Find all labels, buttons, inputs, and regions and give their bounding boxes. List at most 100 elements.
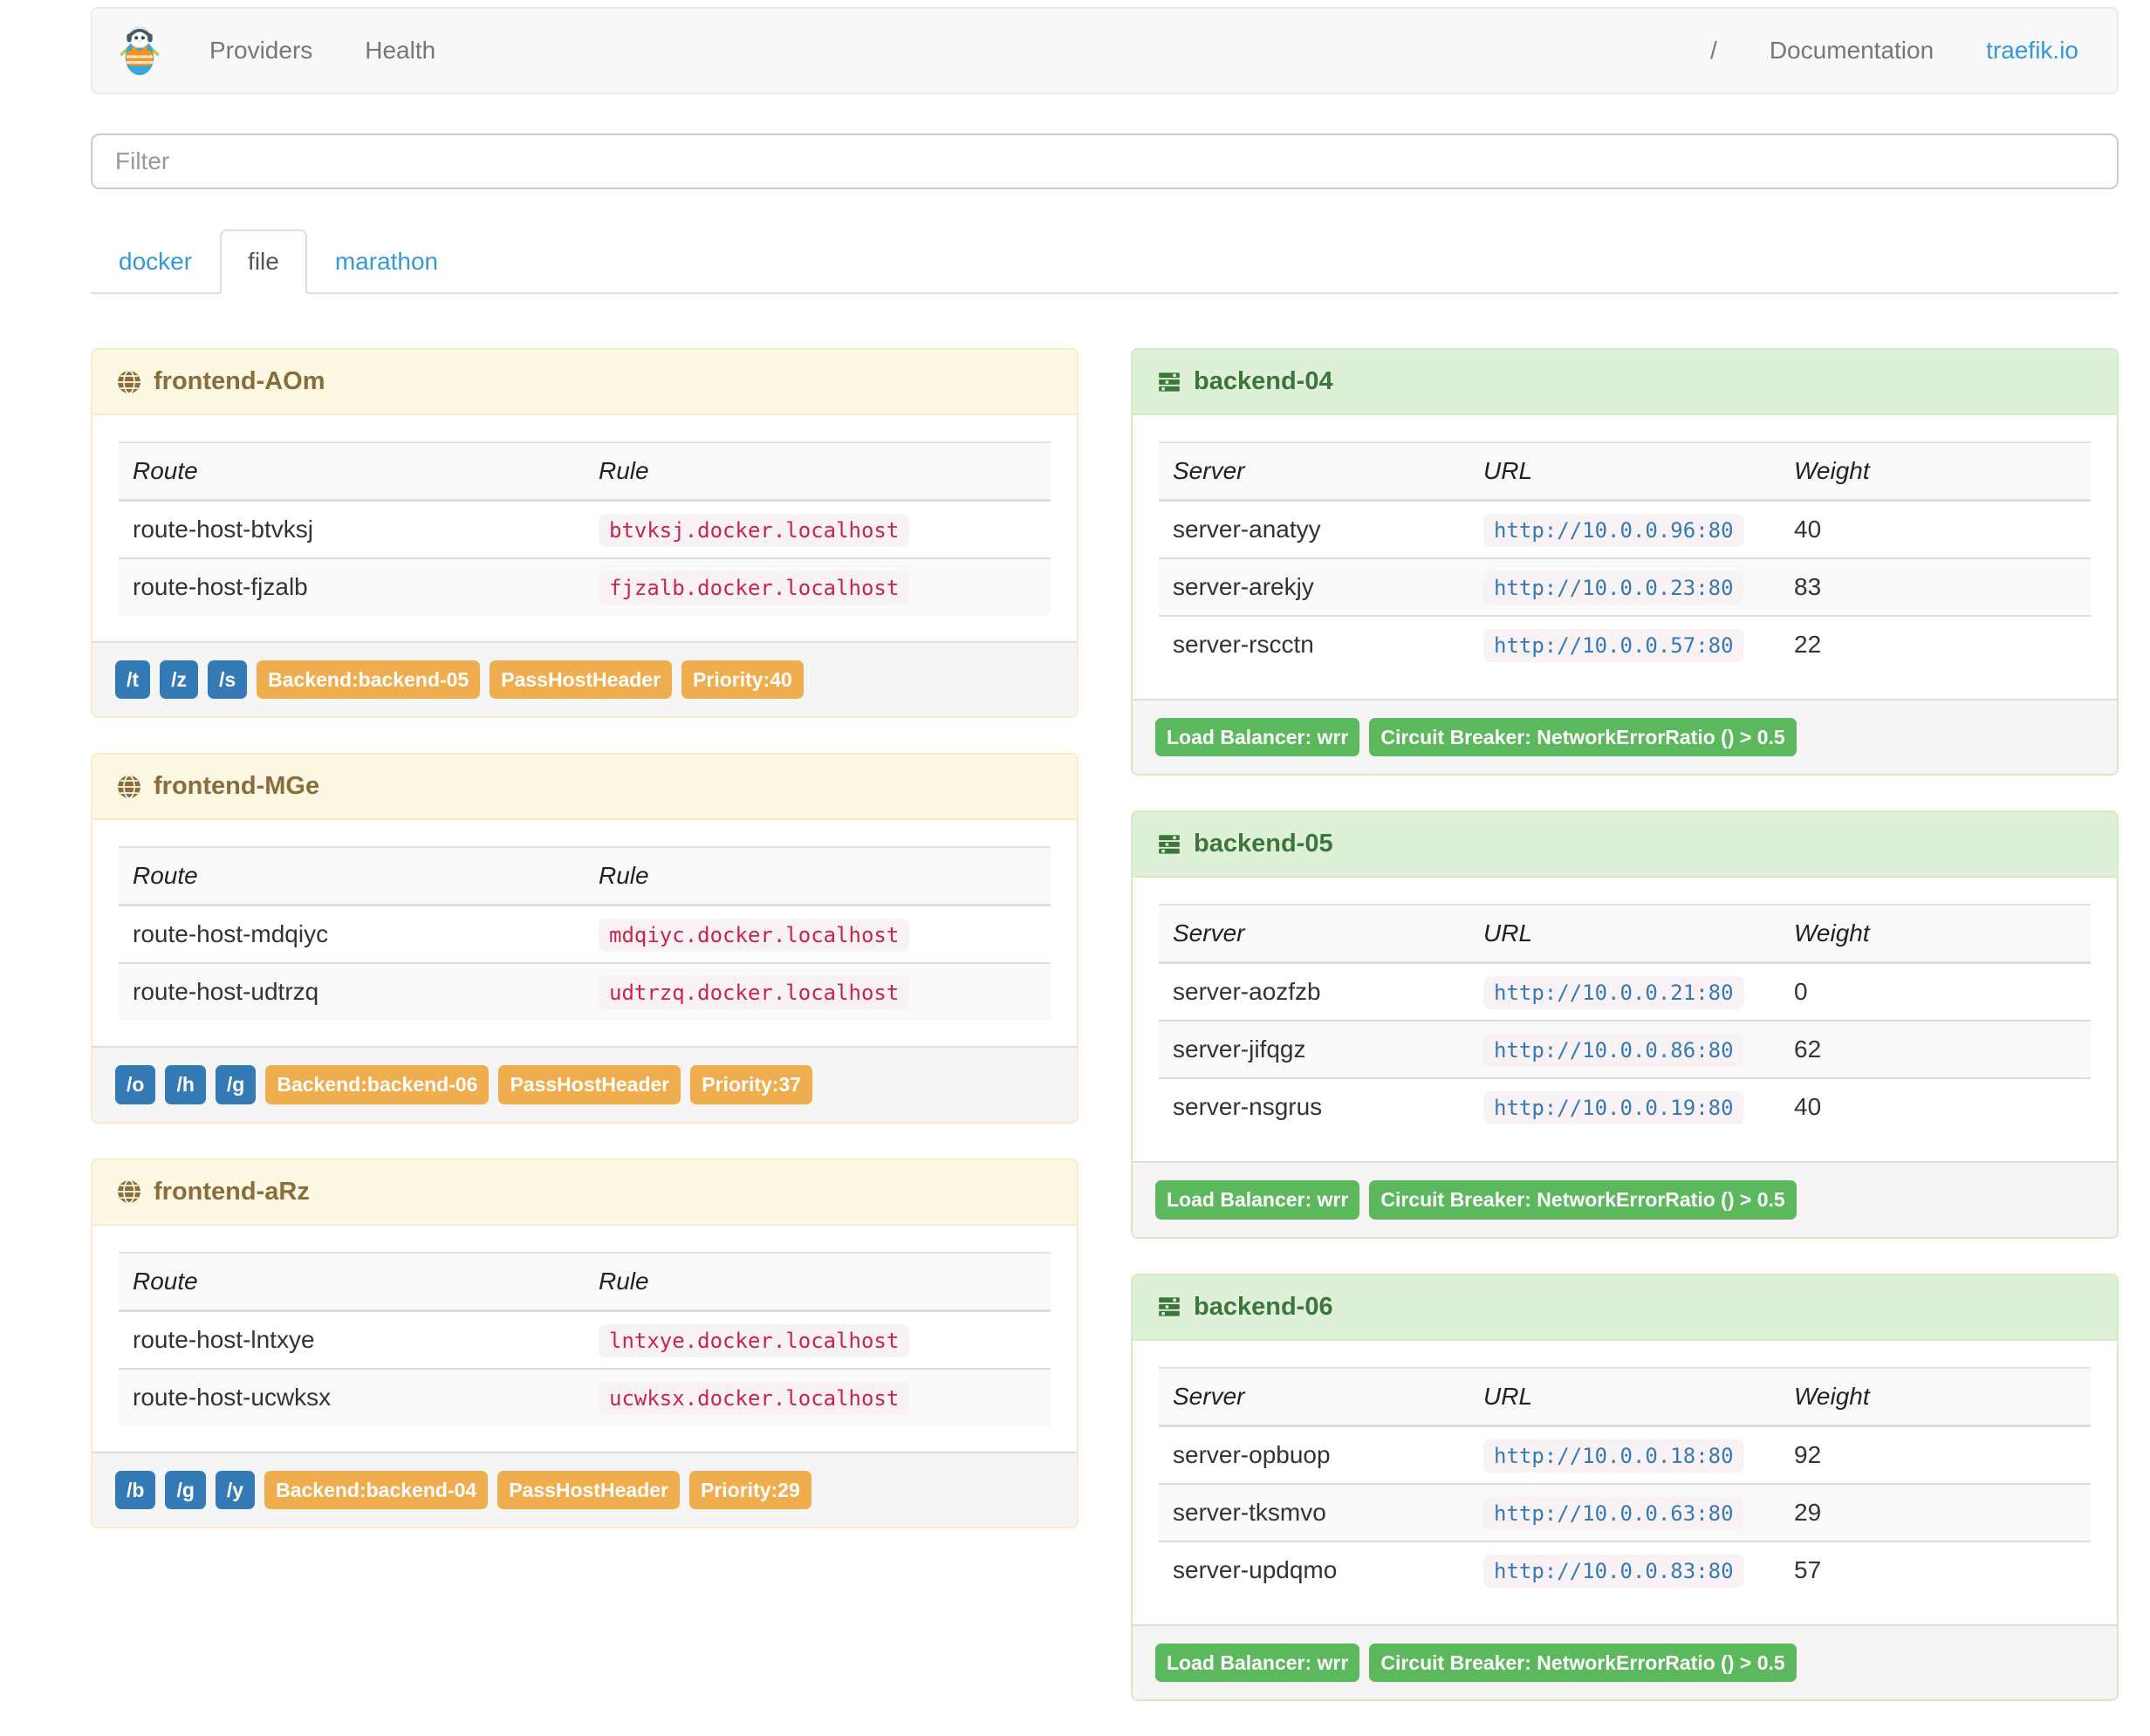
path-tag: /s	[207, 660, 248, 700]
backend-tag: Backend:backend-05	[257, 660, 481, 700]
server-weight: 0	[1794, 978, 1808, 1006]
passhostheader-tag: PassHostHeader	[497, 1470, 680, 1510]
column-header-weight: Weight	[1780, 442, 2091, 502]
server-weight: 40	[1794, 1093, 1822, 1121]
tab-file[interactable]: file	[220, 229, 307, 294]
column-header-rule: Rule	[585, 1252, 1051, 1312]
load-balancer-tag: Load Balancer: wrr	[1155, 718, 1360, 757]
servers-table: Server URL Weight server-aozfzb http://1…	[1159, 904, 2091, 1135]
priority-tag: Priority:37	[690, 1065, 813, 1104]
table-row: server-rscctn http://10.0.0.57:80 22	[1159, 616, 2091, 673]
table-row: route-host-lntxye lntxye.docker.localhos…	[119, 1310, 1051, 1369]
rule-code: btvksj.docker.localhost	[599, 514, 910, 547]
rule-code: ucwksx.docker.localhost	[599, 1381, 910, 1415]
frontend-title: frontend-MGe	[154, 772, 320, 801]
column-header-url: URL	[1469, 1367, 1780, 1427]
frontend-panel: frontend-MGe Route Rule route-host-mdqiy…	[91, 753, 1078, 1124]
server-url-link[interactable]: http://10.0.0.83:80	[1483, 1554, 1744, 1588]
backend-title: backend-04	[1194, 367, 1333, 395]
circuit-breaker-tag: Circuit Breaker: NetworkErrorRatio () > …	[1369, 718, 1797, 757]
column-header-server: Server	[1159, 1367, 1469, 1427]
frontend-panel-heading: frontend-AOm	[92, 350, 1077, 415]
path-tag: /o	[115, 1065, 156, 1104]
server-name: server-aozfzb	[1173, 978, 1321, 1006]
globe-icon	[118, 1179, 140, 1205]
server-url-link[interactable]: http://10.0.0.63:80	[1483, 1496, 1744, 1530]
nav-item-documentation[interactable]: Documentation	[1743, 37, 1960, 65]
server-weight: 40	[1794, 516, 1822, 543]
server-name: server-jifqgz	[1173, 1035, 1306, 1063]
routes-table: Route Rule route-host-lntxye lntxye.dock…	[119, 1251, 1051, 1425]
nav-item-traefik-io[interactable]: traefik.io	[1960, 37, 2105, 65]
route-name: route-host-mdqiyc	[133, 920, 329, 948]
table-row: server-jifqgz http://10.0.0.86:80 62	[1159, 1021, 2091, 1079]
path-tag: /g	[165, 1470, 206, 1510]
server-name: server-updqmo	[1173, 1555, 1338, 1583]
traefik-logo[interactable]	[92, 15, 183, 86]
circuit-breaker-tag: Circuit Breaker: NetworkErrorRatio () > …	[1369, 1643, 1797, 1683]
route-name: route-host-fjzalb	[133, 573, 308, 600]
path-tag: /t	[115, 660, 151, 700]
server-icon	[1159, 835, 1180, 854]
nav-item-root[interactable]: /	[1684, 37, 1743, 65]
server-name: server-tksmvo	[1173, 1498, 1326, 1526]
tab-docker[interactable]: docker	[91, 229, 220, 294]
table-row: server-arekjy http://10.0.0.23:80 83	[1159, 558, 2091, 616]
frontend-panel-footer: /b /g /y Backend:backend-04 PassHostHead…	[92, 1451, 1077, 1528]
column-header-weight: Weight	[1780, 905, 2091, 965]
server-name: server-nsgrus	[1173, 1093, 1323, 1121]
server-url-link[interactable]: http://10.0.0.18:80	[1483, 1439, 1744, 1473]
path-tag: /h	[165, 1065, 206, 1104]
table-row: server-aozfzb http://10.0.0.21:80 0	[1159, 962, 2091, 1022]
backend-tag: Backend:backend-06	[265, 1065, 490, 1104]
frontend-title: frontend-aRz	[154, 1177, 310, 1206]
tab-marathon[interactable]: marathon	[307, 229, 466, 294]
route-name: route-host-udtrzq	[133, 978, 319, 1006]
filter-input[interactable]	[91, 133, 2119, 189]
backend-title: backend-06	[1194, 1292, 1333, 1321]
frontends-column: frontend-AOm Route Rule route-host-btvks…	[91, 348, 1078, 1563]
nav-item-providers[interactable]: Providers	[183, 37, 339, 65]
column-header-rule: Rule	[585, 847, 1051, 907]
passhostheader-tag: PassHostHeader	[498, 1065, 681, 1104]
provider-tabs: docker file marathon	[91, 229, 2119, 294]
table-row: route-host-mdqiyc mdqiyc.docker.localhos…	[119, 905, 1051, 964]
server-url-link[interactable]: http://10.0.0.86:80	[1483, 1034, 1744, 1068]
column-header-route: Route	[119, 442, 585, 502]
table-row: server-updqmo http://10.0.0.83:80 57	[1159, 1541, 2091, 1598]
table-row: server-anatyy http://10.0.0.96:80 40	[1159, 500, 2091, 559]
server-url-link[interactable]: http://10.0.0.21:80	[1483, 976, 1744, 1010]
backend-panel: backend-04 Server URL Weight server-anat…	[1131, 348, 2119, 776]
servers-table: Server URL Weight server-anatyy http://1…	[1159, 441, 2091, 673]
server-url-link[interactable]: http://10.0.0.19:80	[1483, 1091, 1744, 1125]
priority-tag: Priority:29	[689, 1470, 811, 1510]
path-tag: /g	[215, 1065, 257, 1104]
traefik-mascot-icon	[120, 26, 160, 76]
table-row: server-tksmvo http://10.0.0.63:80 29	[1159, 1483, 2091, 1541]
routes-table: Route Rule route-host-mdqiyc mdqiyc.dock…	[119, 846, 1051, 1021]
routes-table: Route Rule route-host-btvksj btvksj.dock…	[119, 441, 1051, 615]
server-url-link[interactable]: http://10.0.0.57:80	[1483, 629, 1744, 662]
table-row: server-nsgrus http://10.0.0.19:80 40	[1159, 1078, 2091, 1135]
load-balancer-tag: Load Balancer: wrr	[1155, 1180, 1360, 1220]
table-row: server-opbuop http://10.0.0.18:80 92	[1159, 1425, 2091, 1484]
circuit-breaker-tag: Circuit Breaker: NetworkErrorRatio () > …	[1369, 1180, 1797, 1220]
server-weight: 92	[1794, 1440, 1822, 1468]
column-header-url: URL	[1469, 905, 1780, 965]
server-url-link[interactable]: http://10.0.0.23:80	[1483, 571, 1744, 605]
column-header-server: Server	[1159, 442, 1469, 502]
frontend-panel: frontend-AOm Route Rule route-host-btvks…	[91, 348, 1078, 719]
path-tag: /b	[115, 1470, 156, 1510]
server-name: server-rscctn	[1173, 631, 1314, 658]
globe-icon	[118, 369, 140, 394]
backend-panel: backend-06 Server URL Weight server-opbu…	[1131, 1273, 2119, 1702]
route-name: route-host-btvksj	[133, 516, 313, 543]
rule-code: fjzalb.docker.localhost	[599, 571, 910, 605]
server-url-link[interactable]: http://10.0.0.96:80	[1483, 514, 1744, 547]
backend-panel-footer: Load Balancer: wrr Circuit Breaker: Netw…	[1133, 1623, 2117, 1700]
frontend-panel-footer: /o /h /g Backend:backend-06 PassHostHead…	[92, 1046, 1077, 1122]
server-icon	[1159, 1297, 1180, 1317]
backend-tag: Backend:backend-04	[264, 1470, 489, 1510]
route-name: route-host-ucwksx	[133, 1383, 332, 1411]
nav-item-health[interactable]: Health	[339, 37, 462, 65]
